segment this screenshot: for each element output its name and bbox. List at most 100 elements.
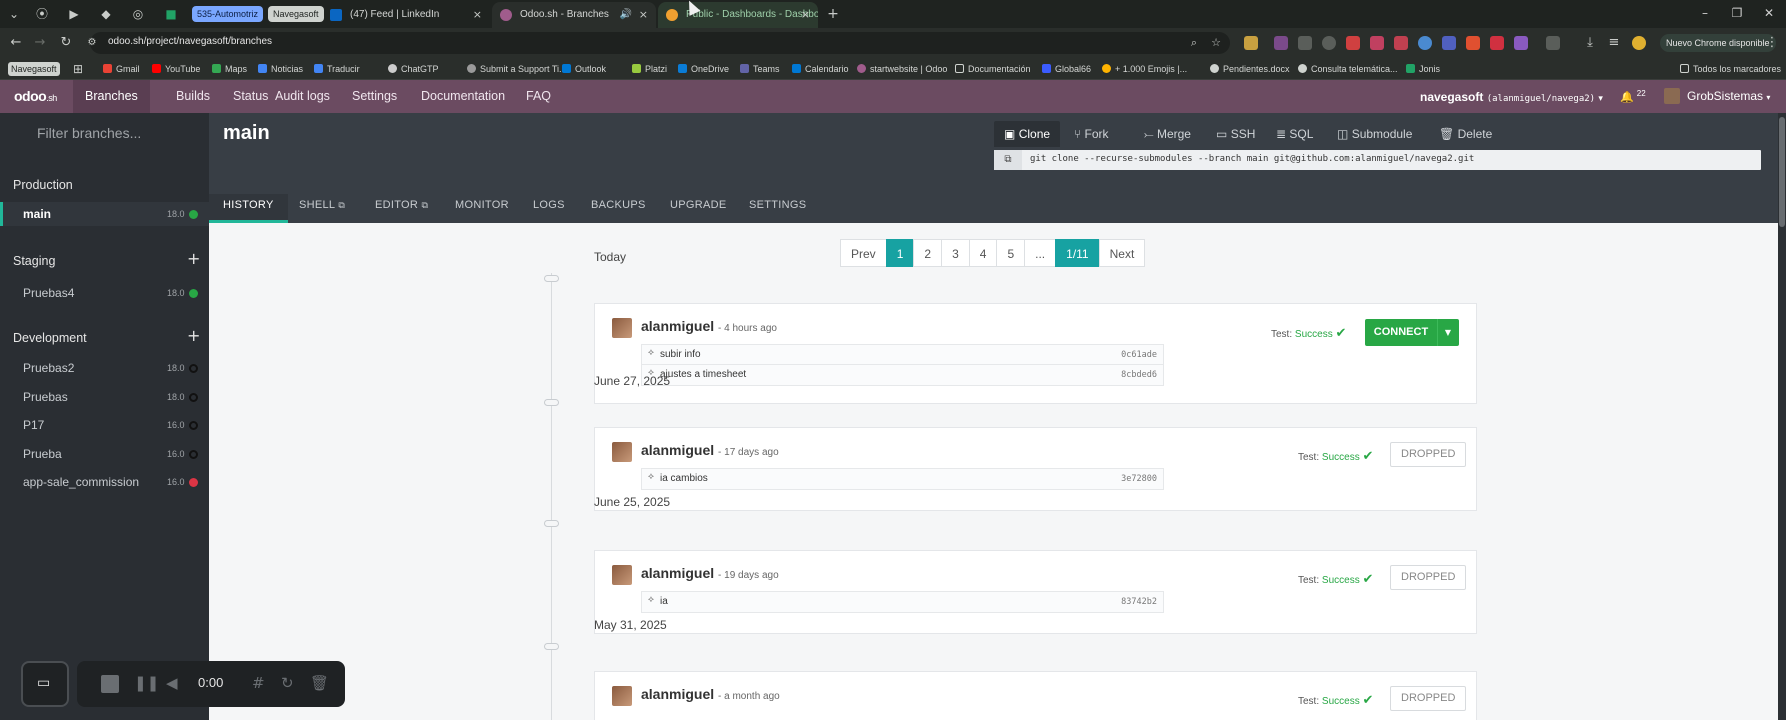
minimize-icon[interactable]: – bbox=[1697, 6, 1713, 22]
tab-backups[interactable]: BACKUPS bbox=[591, 194, 646, 223]
tab-shell[interactable]: SHELL ⧉ bbox=[299, 194, 345, 223]
forward-icon[interactable]: → bbox=[32, 35, 48, 51]
scrollbar-thumb[interactable] bbox=[1779, 117, 1785, 227]
pager-next[interactable]: Next bbox=[1098, 239, 1146, 267]
bookmark-youtube[interactable]: YouTube bbox=[152, 62, 200, 76]
reload-icon[interactable]: ↻ bbox=[58, 35, 74, 51]
omnibox[interactable]: ⚙ odoo.sh/project/navegasoft/branches ⌕ … bbox=[88, 32, 1230, 54]
new-tab-icon[interactable]: + bbox=[825, 6, 841, 22]
delete-button[interactable]: 🗑 Delete bbox=[1439, 121, 1492, 147]
fork-button[interactable]: ⑂ Fork bbox=[1074, 121, 1109, 147]
grid-icon[interactable]: # bbox=[252, 674, 265, 692]
bookmark-teams[interactable]: Teams bbox=[740, 62, 780, 76]
pause-icon[interactable]: ❚❚ bbox=[134, 674, 159, 692]
user-avatar[interactable] bbox=[1664, 88, 1680, 104]
nav-settings[interactable]: Settings bbox=[340, 80, 409, 113]
tab-odoo-branches[interactable]: Odoo.sh - Branches 🔊 × bbox=[492, 2, 656, 28]
commit-row[interactable]: ⟡ ajustes a timesheet 8cbded6 bbox=[642, 365, 1163, 385]
extension-icon[interactable] bbox=[1466, 36, 1480, 50]
bookmark-gmail[interactable]: Gmail bbox=[103, 62, 140, 76]
user-menu[interactable]: GrobSistemas ▾ bbox=[1687, 89, 1770, 103]
pager-page-5[interactable]: 5 bbox=[996, 239, 1026, 267]
merge-button[interactable]: ⤚ Merge bbox=[1144, 121, 1191, 147]
recorder-camera-button[interactable]: ▭ bbox=[21, 661, 69, 707]
download-icon[interactable]: ⤓ bbox=[1582, 35, 1598, 51]
site-info-icon[interactable]: ⚙ bbox=[84, 35, 100, 51]
bookmark-startwebsite[interactable]: startwebsite | Odoo bbox=[857, 62, 947, 76]
add-development-icon[interactable]: + bbox=[187, 326, 200, 345]
sql-button[interactable]: ≣ SQL bbox=[1276, 121, 1313, 147]
bookmark-star-icon[interactable]: ☆ bbox=[1208, 35, 1224, 51]
speaker-icon[interactable]: 🔊 bbox=[618, 7, 634, 23]
extension-icon[interactable] bbox=[1244, 36, 1258, 50]
close-window-icon[interactable]: ✕ bbox=[1761, 6, 1777, 22]
bookmark-traducir[interactable]: Traducir bbox=[314, 62, 360, 76]
tab-settings[interactable]: SETTINGS bbox=[749, 194, 806, 223]
tab-group-navegasoft[interactable]: Navegasoft bbox=[268, 6, 324, 22]
tab-linkedin[interactable]: (47) Feed | LinkedIn × bbox=[322, 2, 490, 28]
pinned-tab-icon[interactable]: ◎ bbox=[130, 6, 146, 22]
tab-history[interactable]: HISTORY bbox=[209, 194, 288, 223]
commit-row[interactable]: ⟡ subir info 0c61ade bbox=[642, 345, 1163, 365]
restart-icon[interactable]: ↻ bbox=[281, 674, 294, 692]
page-scrollbar[interactable] bbox=[1778, 113, 1786, 720]
more-menu-icon[interactable]: ⋮ bbox=[1764, 35, 1780, 51]
back-icon[interactable]: ← bbox=[8, 35, 24, 51]
tab-dashboards[interactable]: Public - Dashboards - Dashboa × bbox=[658, 2, 818, 28]
dropped-badge[interactable]: DROPPED bbox=[1390, 686, 1467, 711]
branch-pruebas4[interactable]: Pruebas4 18.0 bbox=[0, 281, 209, 305]
maximize-icon[interactable]: ❐ bbox=[1729, 6, 1745, 22]
branch-pruebas2[interactable]: Pruebas2 18.0 bbox=[0, 356, 209, 380]
zoom-icon[interactable]: ⌕ bbox=[1186, 35, 1202, 51]
ssh-button[interactable]: ▭ SSH bbox=[1216, 121, 1255, 147]
clone-button[interactable]: ▣ Clone bbox=[994, 121, 1061, 147]
extension-icon[interactable] bbox=[1490, 36, 1504, 50]
branch-pruebas[interactable]: Pruebas 18.0 bbox=[0, 385, 209, 409]
pager-page-2[interactable]: 2 bbox=[913, 239, 943, 267]
extension-icon[interactable] bbox=[1370, 36, 1384, 50]
bookmark-chatgtp[interactable]: ChatGTP bbox=[388, 62, 439, 76]
bookmark-platzi[interactable]: Platzi bbox=[632, 62, 667, 76]
branch-p17[interactable]: P17 16.0 bbox=[0, 413, 209, 437]
nav-documentation[interactable]: Documentation bbox=[409, 80, 517, 113]
media-icon[interactable]: ≡ bbox=[1606, 35, 1622, 51]
pager-prev[interactable]: Prev bbox=[840, 239, 887, 267]
bookmark-noticias[interactable]: Noticias bbox=[258, 62, 303, 76]
dropped-badge[interactable]: DROPPED bbox=[1390, 565, 1467, 590]
pager-page-3[interactable]: 3 bbox=[941, 239, 970, 267]
connect-button[interactable]: CONNECT ▼ bbox=[1365, 319, 1459, 346]
commit-row[interactable]: ⟡ ia 83742b2 bbox=[642, 592, 1163, 612]
nav-faq[interactable]: FAQ bbox=[514, 80, 563, 113]
pager-current[interactable]: 1/11 bbox=[1055, 239, 1100, 267]
extension-icon[interactable] bbox=[1418, 36, 1432, 50]
mute-icon[interactable]: ◀ bbox=[166, 674, 178, 692]
branch-prueba[interactable]: Prueba 16.0 bbox=[0, 442, 209, 466]
all-bookmarks[interactable]: Todos los marcadores bbox=[1680, 62, 1781, 76]
bookmark-onedrive[interactable]: OneDrive bbox=[678, 62, 729, 76]
close-icon[interactable]: × bbox=[639, 2, 648, 28]
tab-search-icon[interactable]: ⌄ bbox=[6, 6, 22, 22]
pinned-tab-icon[interactable]: ▶ bbox=[66, 6, 82, 22]
branch-app-sale-commission[interactable]: app-sale_commission 16.0 bbox=[0, 470, 209, 494]
bookmark-navegasoft[interactable]: Navegasoft bbox=[8, 62, 60, 76]
tab-monitor[interactable]: MONITOR bbox=[455, 194, 509, 223]
copy-icon[interactable]: ⧉ bbox=[994, 150, 1022, 170]
bookmark-global66[interactable]: Global66 bbox=[1042, 62, 1091, 76]
add-staging-icon[interactable]: + bbox=[187, 249, 200, 268]
url-text[interactable]: odoo.sh/project/navegasoft/branches bbox=[108, 36, 272, 47]
bookmark-calendario[interactable]: Calendario bbox=[792, 62, 849, 76]
close-icon[interactable]: × bbox=[473, 2, 482, 28]
notifications-bell[interactable]: 🔔 22 bbox=[1620, 89, 1646, 104]
close-icon[interactable]: × bbox=[801, 2, 810, 28]
extension-icon[interactable] bbox=[1394, 36, 1408, 50]
bookmark-support[interactable]: Submit a Support Ti... bbox=[467, 62, 567, 76]
tab-logs[interactable]: LOGS bbox=[533, 194, 565, 223]
nav-branches[interactable]: Branches bbox=[73, 80, 150, 113]
clone-command-text[interactable]: git clone --recurse-submodules --branch … bbox=[1030, 154, 1474, 164]
pager-page-1[interactable]: 1 bbox=[885, 239, 915, 267]
bookmark-pendientes[interactable]: Pendientes.docx bbox=[1210, 62, 1290, 76]
filter-branches-input[interactable]: Filter branches... bbox=[37, 125, 141, 141]
submodule-button[interactable]: ◫ Submodule bbox=[1337, 121, 1412, 147]
tab-editor[interactable]: EDITOR ⧉ bbox=[375, 194, 428, 223]
extension-icon[interactable] bbox=[1274, 36, 1288, 50]
